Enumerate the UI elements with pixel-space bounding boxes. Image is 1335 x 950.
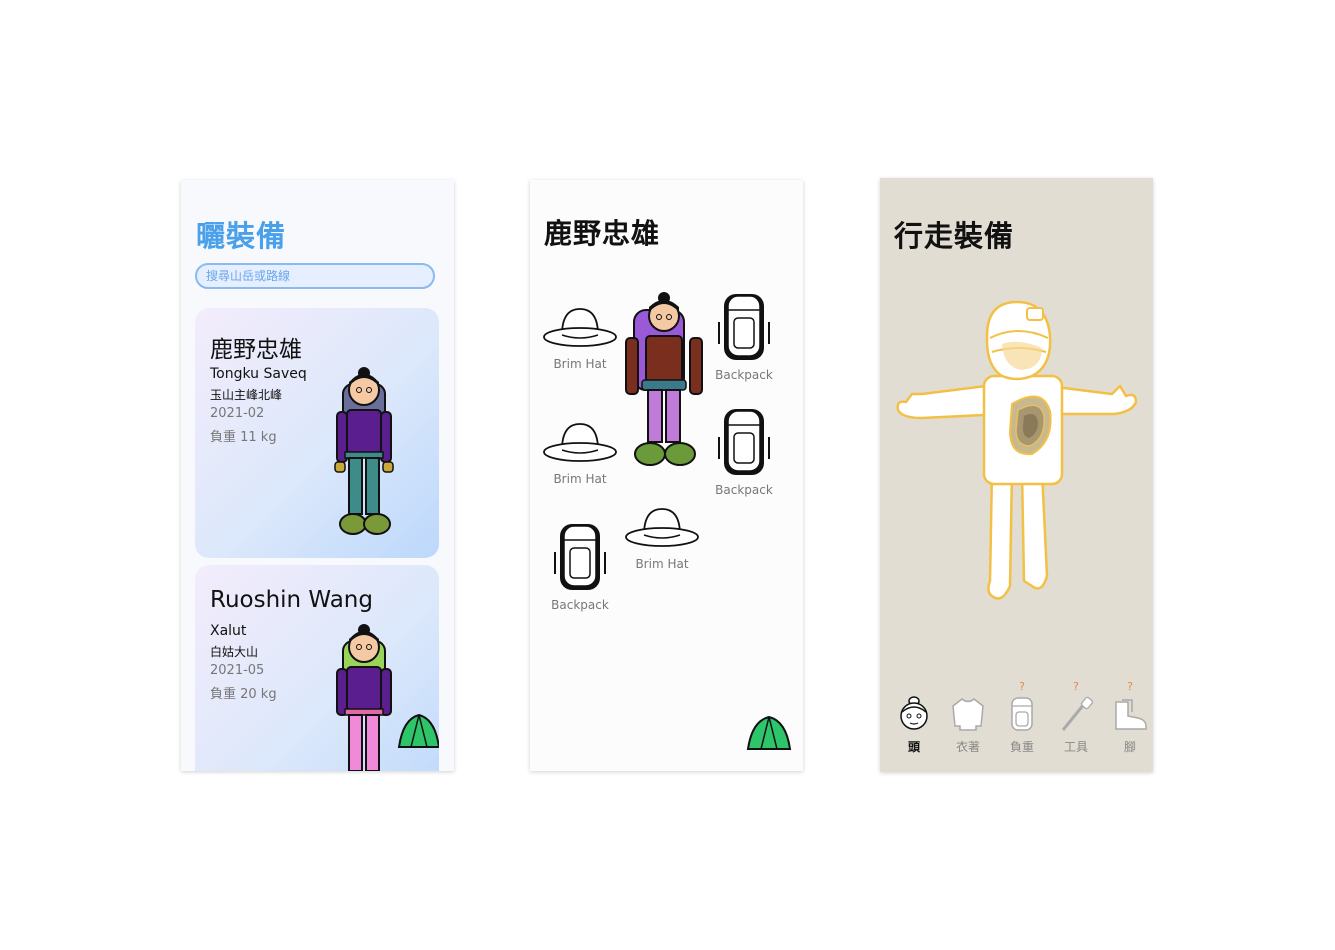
hiker-name: 鹿野忠雄 [210,337,302,363]
tab-label: 工具 [1063,740,1088,754]
unknown-badge: ? [1073,680,1079,693]
tab-label: 衣著 [955,740,980,754]
gear-item[interactable]: Backpack [699,292,789,382]
unknown-badge: ? [1127,680,1133,693]
backpack-icon [1011,697,1033,731]
hiker-subtitle: Xalut [210,623,247,639]
unknown-badge: ? [1019,680,1025,693]
pack-weight: 負重 20 kg [210,687,277,702]
gear-label: Brim Hat [553,357,607,371]
pack-weight: 負重 11 kg [210,430,277,445]
shirt-icon [952,698,984,731]
tab-label: 負重 [1009,740,1034,754]
hiker-detail-screen: 鹿野忠雄 Brim Hat Backpack Brim Hat Backpack… [530,180,803,771]
trekking-pole-icon [1061,696,1094,731]
trip-date: 2021-05 [210,663,265,678]
gear-item[interactable]: Brim Hat [535,305,625,371]
page-title: 行走裝備 [894,219,1015,253]
hiker-card[interactable]: Ruoshin Wang Xalut 白姑大山 2021-05 負重 20 kg [195,565,439,771]
hiker-illustration [336,624,392,771]
hiker-name: Ruoshin Wang [210,587,373,613]
hiker-illustration [334,367,394,535]
head-icon [900,696,928,730]
hiker-illustration [625,292,703,466]
hiker-card[interactable]: 鹿野忠雄 Tongku Saveq 玉山主峰北峰 2021-02 負重 11 k… [195,308,439,558]
tab-load[interactable]: ? 負重 [998,680,1046,755]
gear-label: Brim Hat [553,472,607,486]
brim-hat-icon [625,508,699,547]
gear-label: Backpack [551,598,609,612]
tab-label: 腳 [1123,740,1136,754]
tab-tools[interactable]: ? 工具 [1052,680,1100,755]
backpack-icon [718,409,770,475]
gear-label: Backpack [715,483,773,497]
gear-item[interactable]: Brim Hat [617,505,707,571]
page-title: 鹿野忠雄 [544,217,661,250]
tab-head[interactable]: 頭 [890,696,938,755]
boots-icon [1115,699,1147,730]
tab-clothing[interactable]: 衣著 [944,696,992,755]
gear-item[interactable]: Brim Hat [535,420,625,486]
gear-list-screen: 曬裝備 搜尋山岳或路線 鹿野忠雄 Tongku Saveq 玉山主峰北峰 202… [181,180,454,771]
page-title: 曬裝備 [196,219,287,253]
walking-gear-screen: 行走裝備 頭 衣著 ? 負重 ? 工具 ? 腳 [880,178,1153,772]
hiker-subtitle: Tongku Saveq [210,366,307,382]
tent-icon [397,713,439,748]
trip-date: 2021-02 [210,406,265,421]
gear-item[interactable]: Backpack [535,522,625,612]
mountain-name: 白姑大山 [210,645,259,659]
gear-label: Brim Hat [635,557,689,571]
brim-hat-icon [543,308,617,347]
backpack-icon [554,524,606,590]
category-tabbar: 頭 衣著 ? 負重 ? 工具 ? 腳 [890,678,1150,758]
tab-label: 頭 [907,740,920,754]
body-outline-figure [896,300,1138,600]
brim-hat-icon [543,423,617,462]
mountain-name: 玉山主峰北峰 [210,388,283,402]
tent-icon[interactable] [746,715,792,751]
backpack-icon [718,294,770,360]
search-input[interactable]: 搜尋山岳或路線 [195,263,435,289]
gear-item[interactable]: Backpack [699,407,789,497]
tab-feet[interactable]: ? 腳 [1106,680,1153,755]
gear-label: Backpack [715,368,773,382]
